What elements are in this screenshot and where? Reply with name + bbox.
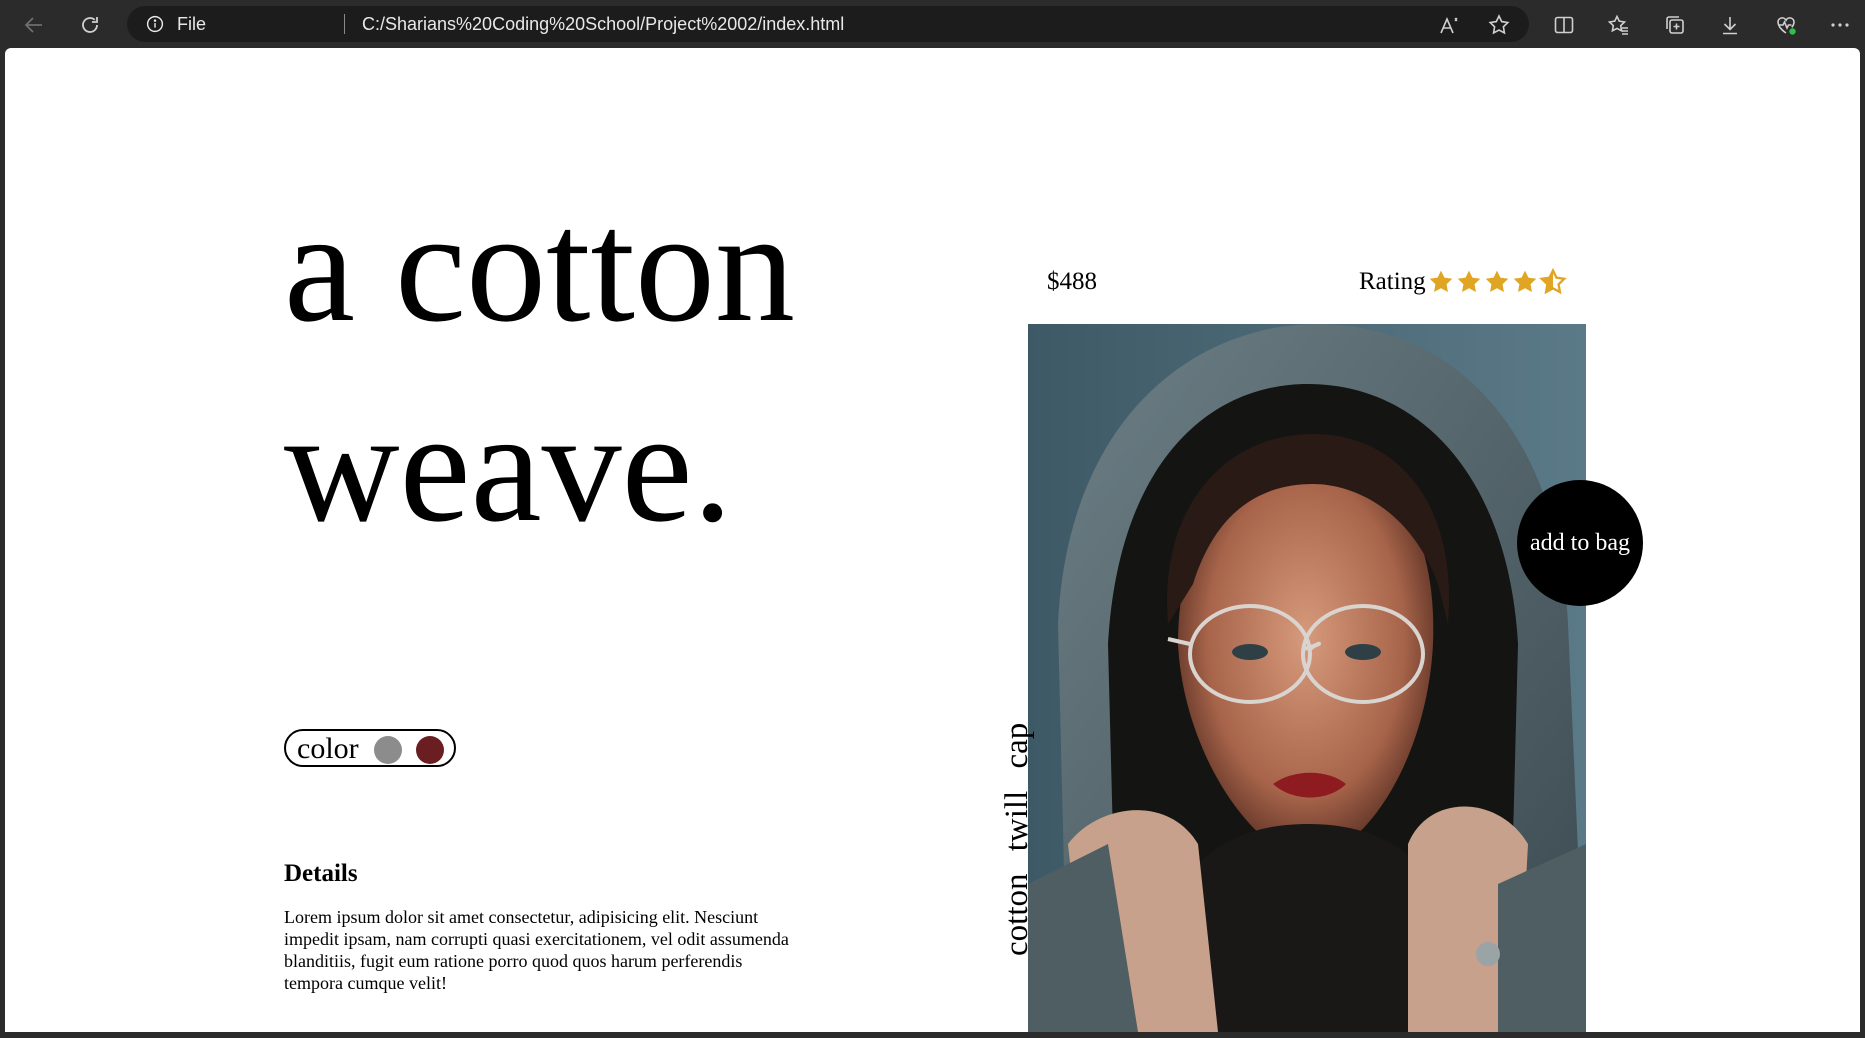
rating-label: Rating bbox=[1359, 268, 1426, 295]
star-icon bbox=[1429, 270, 1452, 293]
headline-line-1: a cotton bbox=[284, 177, 795, 355]
details-text: Lorem ipsum dolor sit amet consectetur, … bbox=[284, 907, 789, 993]
favorites-icon[interactable] bbox=[1606, 12, 1632, 38]
favorite-star-icon[interactable] bbox=[1486, 12, 1512, 38]
color-label: color bbox=[297, 732, 359, 765]
product-headline: a cotton weave. bbox=[284, 166, 795, 566]
star-icon bbox=[1457, 270, 1480, 293]
back-arrow-icon[interactable] bbox=[21, 12, 47, 38]
url-text[interactable]: C:/Sharians%20Coding%20School/Project%20… bbox=[362, 14, 844, 35]
product-price: $488 bbox=[1047, 268, 1097, 295]
url-scheme-label: File bbox=[177, 14, 207, 34]
reload-icon[interactable] bbox=[77, 12, 103, 38]
split-screen-icon[interactable] bbox=[1551, 12, 1577, 38]
browser-essentials-icon[interactable] bbox=[1773, 12, 1799, 38]
product-vertical-label: cotton twill cap bbox=[999, 722, 1035, 956]
star-icon bbox=[1513, 270, 1536, 293]
product-rating: Rating bbox=[1359, 268, 1567, 296]
address-separator bbox=[344, 14, 345, 34]
color-selector: color bbox=[284, 729, 456, 767]
star-icon bbox=[1485, 270, 1508, 293]
read-aloud-icon[interactable] bbox=[1436, 13, 1462, 39]
collections-icon[interactable] bbox=[1662, 12, 1688, 38]
product-photo bbox=[1028, 324, 1586, 1032]
star-icon bbox=[1538, 268, 1567, 295]
color-swatch-maroon[interactable] bbox=[416, 736, 444, 764]
info-icon[interactable] bbox=[146, 15, 164, 33]
add-to-bag-button[interactable]: add to bag bbox=[1517, 480, 1643, 606]
color-swatch-grey[interactable] bbox=[374, 736, 402, 764]
browser-toolbar: File C:/Sharians%20Coding%20School/Proje… bbox=[0, 0, 1865, 48]
more-menu-icon[interactable] bbox=[1827, 12, 1853, 38]
page-viewport: a cotton weave. color Details Lorem ipsu… bbox=[5, 48, 1860, 1032]
rating-stars bbox=[1427, 268, 1567, 296]
window-bottom-edge bbox=[0, 1032, 1865, 1038]
details-heading: Details bbox=[284, 860, 358, 887]
headline-line-2: weave. bbox=[284, 377, 733, 555]
download-icon[interactable] bbox=[1717, 12, 1743, 38]
address-bar[interactable]: File C:/Sharians%20Coding%20School/Proje… bbox=[127, 6, 1529, 42]
